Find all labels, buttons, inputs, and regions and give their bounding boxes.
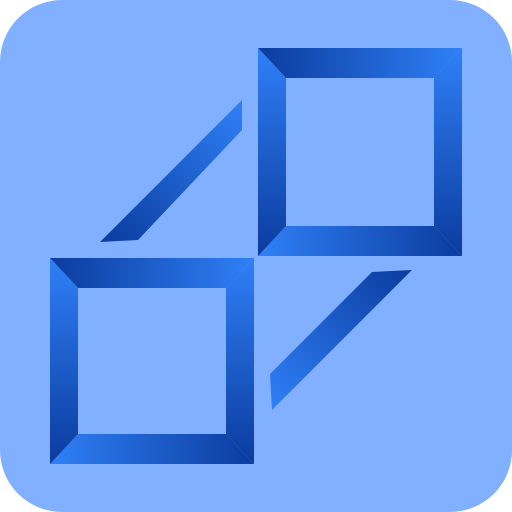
upper-frame-top-bevel xyxy=(258,48,462,78)
upper-frame-right-bevel xyxy=(434,48,462,256)
upper-frame-left-bevel xyxy=(258,48,286,256)
lower-frame-bottom-bevel xyxy=(50,434,254,464)
upper-frame-bottom-bevel xyxy=(258,226,462,256)
linked-squares-icon xyxy=(0,0,512,512)
lower-frame-left-bevel xyxy=(50,258,78,464)
lower-frame-top-bevel xyxy=(50,258,254,288)
lower-frame-right-bevel xyxy=(226,258,254,464)
app-icon[interactable] xyxy=(0,0,512,512)
